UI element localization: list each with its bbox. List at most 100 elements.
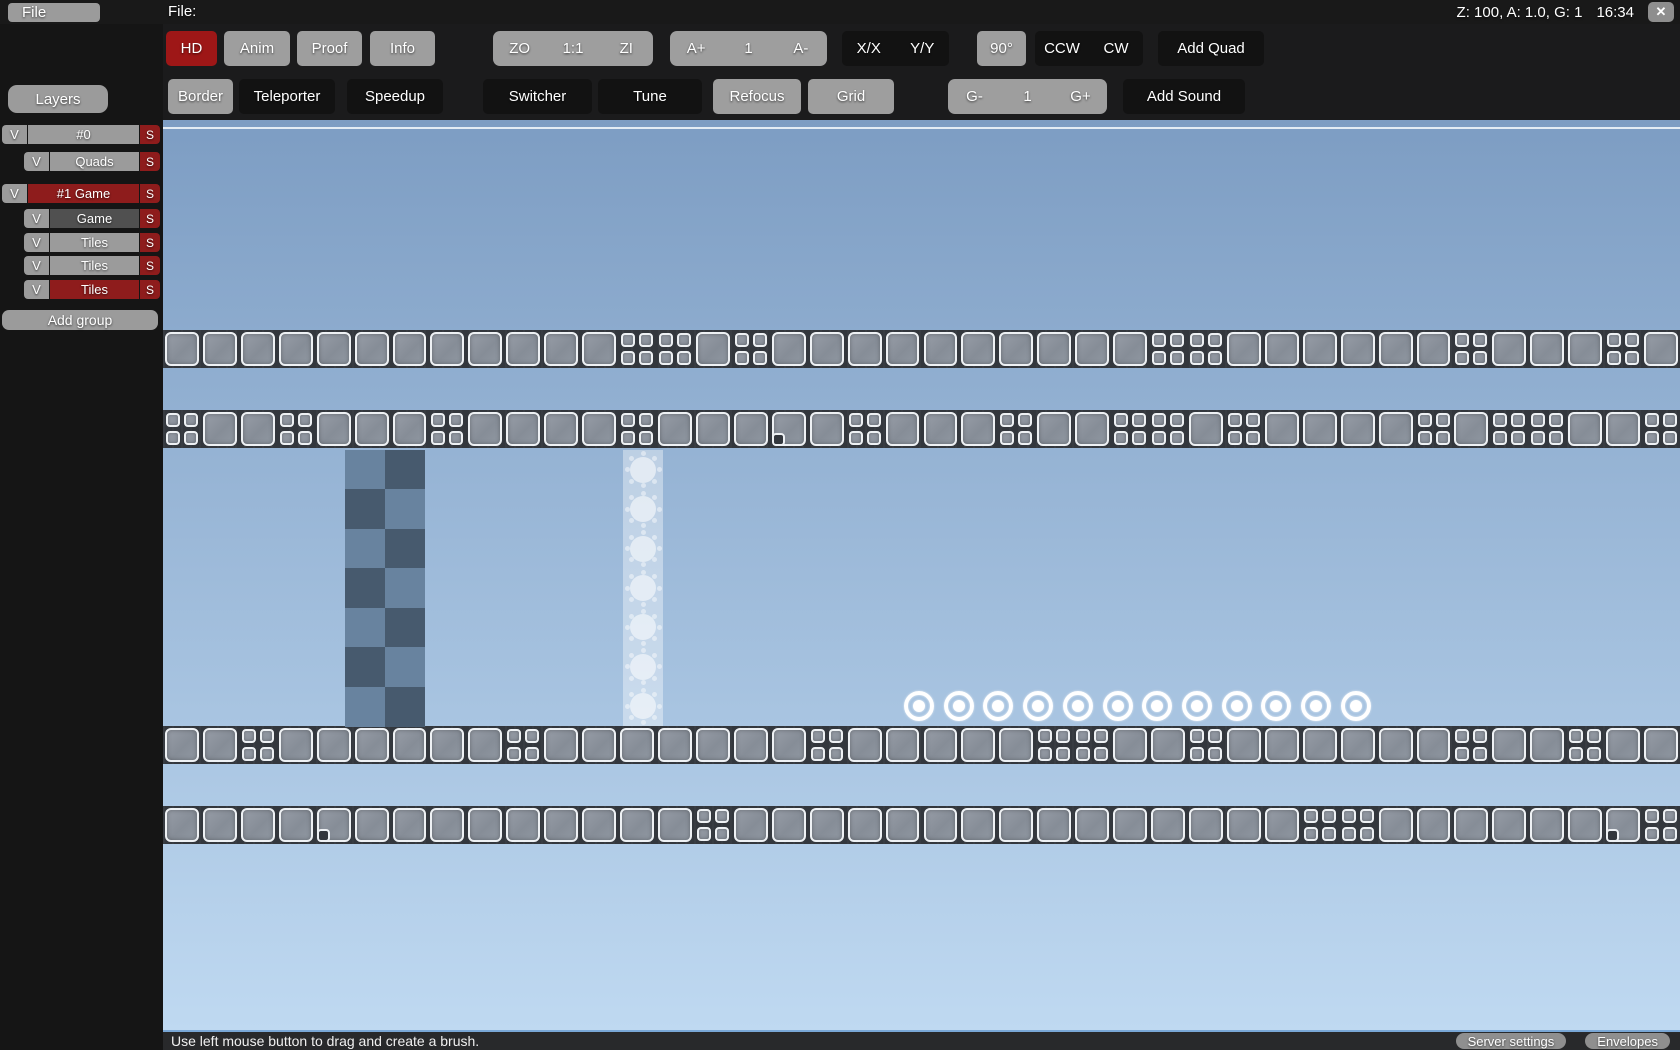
grid-toggle-button[interactable]: Grid [808,79,894,114]
layer-boundary-line [163,127,1680,129]
tile [1265,808,1299,842]
tile [1227,332,1261,366]
layer-row-tiles-3[interactable]: V Tiles S [24,280,160,299]
speedup-button[interactable]: Speedup [347,79,443,114]
tile [620,808,654,842]
layer-row-tiles-1[interactable]: V Tiles S [24,233,160,252]
rotate-ccw-button[interactable]: CCW [1035,40,1089,57]
tile [1075,808,1109,842]
zoom-out-button[interactable]: ZO [493,40,546,57]
checker-cell [385,568,425,608]
shift-button[interactable]: S [140,184,160,203]
tile [279,808,313,842]
visibility-toggle[interactable]: V [2,184,27,203]
visibility-toggle[interactable]: V [24,209,49,228]
border-button[interactable]: Border [168,79,233,114]
info-toggle-button[interactable]: Info [370,31,435,66]
zoom-anim-grid-status: Z: 100, A: 1.0, G: 1 [1457,4,1583,21]
zoom-button-group: ZO 1:1 ZI [493,31,653,66]
layer-label[interactable]: Tiles [50,280,139,299]
zoom-in-button[interactable]: ZI [600,40,653,57]
tile [772,808,806,842]
layer-row-group-0[interactable]: V #0 S [2,125,160,144]
visibility-toggle[interactable]: V [24,280,49,299]
visibility-toggle[interactable]: V [24,233,49,252]
layer-label[interactable]: Quads [50,152,139,171]
layer-row-tiles-2[interactable]: V Tiles S [24,256,160,275]
refocus-button[interactable]: Refocus [713,79,801,114]
add-group-button[interactable]: Add group [2,310,158,330]
small-tile-group [1607,333,1639,365]
envelopes-button[interactable]: Envelopes [1585,1033,1670,1049]
anim-slower-button[interactable]: A- [775,40,827,57]
tile-strip [163,806,1680,844]
tile [1189,808,1223,842]
add-sound-button[interactable]: Add Sound [1123,79,1245,114]
rotate-90-button[interactable]: 90° [977,31,1026,66]
small-tile-group [621,333,653,365]
rotate-cw-button[interactable]: CW [1089,40,1143,57]
shift-button[interactable]: S [140,256,160,275]
tile [506,808,540,842]
proof-toggle-button[interactable]: Proof [297,31,362,66]
tile [1379,412,1413,446]
shift-button[interactable]: S [140,280,160,299]
small-tile-group [1569,729,1601,761]
toolbar-area: HD Anim Proof Info ZO 1:1 ZI A+ 1 A- X/X… [163,24,1680,120]
tile [241,332,275,366]
checker-cell [385,608,425,648]
tune-button[interactable]: Tune [598,79,702,114]
checker-cell [345,529,385,569]
tile-strip [163,410,1680,448]
add-quad-button[interactable]: Add Quad [1158,31,1264,66]
zoom-reset-button[interactable]: 1:1 [546,40,599,57]
layer-label[interactable]: Game [50,209,139,228]
teleporter-button[interactable]: Teleporter [239,79,335,114]
tile [734,808,768,842]
group-label[interactable]: #1 Game [28,184,139,203]
tile [317,332,351,366]
close-icon[interactable]: ✕ [1648,2,1674,22]
tile [317,728,351,762]
tile [203,808,237,842]
layer-label[interactable]: Tiles [50,256,139,275]
group-label[interactable]: #0 [28,125,139,144]
tile [1568,412,1602,446]
visibility-toggle[interactable]: V [24,152,49,171]
visibility-toggle[interactable]: V [24,256,49,275]
shift-button[interactable]: S [140,233,160,252]
tile [544,728,578,762]
layer-row-game[interactable]: V Game S [24,209,160,228]
shift-button[interactable]: S [140,125,160,144]
anim-speed-group: A+ 1 A- [670,31,827,66]
shift-button[interactable]: S [140,209,160,228]
checker-cell [345,647,385,687]
grid-larger-button[interactable]: G+ [1054,88,1107,105]
server-settings-button[interactable]: Server settings [1456,1033,1567,1049]
file-menu-button[interactable]: File [8,3,100,22]
switcher-button[interactable]: Switcher [483,79,592,114]
anim-faster-button[interactable]: A+ [670,40,722,57]
small-tile-group [849,413,881,445]
visibility-toggle[interactable]: V [2,125,27,144]
tile [848,808,882,842]
flip-x-button[interactable]: X/X [842,40,896,57]
tile [1454,808,1488,842]
small-tile-group [1190,333,1222,365]
map-canvas[interactable] [163,120,1680,1030]
tile [999,728,1033,762]
anim-toggle-button[interactable]: Anim [224,31,290,66]
current-file-label: File: [168,3,196,20]
hd-toggle-button[interactable]: HD [166,31,217,66]
small-tile-group [1418,413,1450,445]
flip-y-button[interactable]: Y/Y [896,40,950,57]
layer-label[interactable]: Tiles [50,233,139,252]
layer-row-group-1-game[interactable]: V #1 Game S [2,184,160,203]
layers-panel-title[interactable]: Layers [8,85,108,113]
grid-smaller-button[interactable]: G- [948,88,1001,105]
tile [734,412,768,446]
shift-button[interactable]: S [140,152,160,171]
tile [279,728,313,762]
layer-row-quads[interactable]: V Quads S [24,152,160,171]
small-tile-group [1190,729,1222,761]
